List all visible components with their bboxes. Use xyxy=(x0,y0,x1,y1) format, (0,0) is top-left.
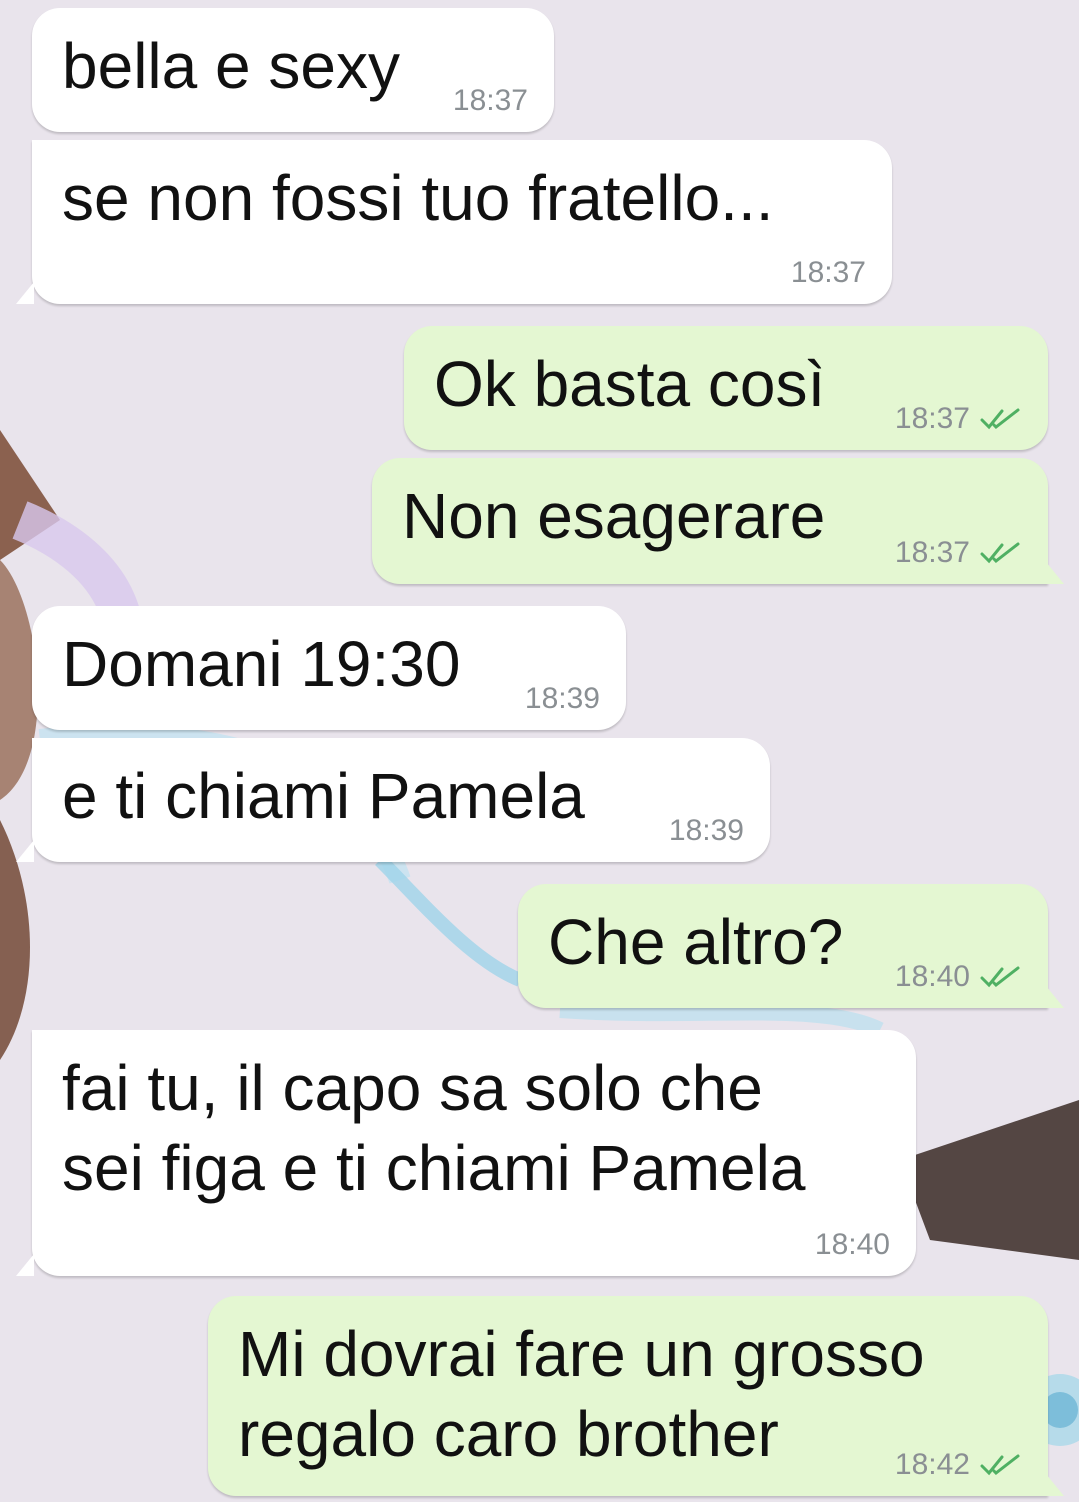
message-time: 18:42 xyxy=(894,1448,970,1481)
message-meta: 18:37 xyxy=(895,536,1022,570)
message-time: 18:40 xyxy=(894,960,970,993)
message-bubble-incoming[interactable]: fai tu, il capo sa solo che sei figa e t… xyxy=(16,1030,916,1276)
message-time: 18:37 xyxy=(452,84,528,117)
message-bubble-incoming[interactable]: e ti chiami Pamela 18:39 xyxy=(16,738,770,862)
message-bubble-outgoing[interactable]: Non esagerare 18:37 xyxy=(372,458,1064,584)
message-time: 18:37 xyxy=(790,256,866,289)
message-time: 18:39 xyxy=(668,814,744,847)
message-meta: 18:37 xyxy=(895,402,1022,436)
message-time: 18:40 xyxy=(814,1228,890,1261)
message-bubble-outgoing[interactable]: Che altro? 18:40 xyxy=(518,884,1064,1008)
conversation: bella e sexy 18:37 se non fossi tuo frat… xyxy=(0,0,1079,1502)
message-time: 18:39 xyxy=(524,682,600,715)
message-text: e ti chiami Pamela xyxy=(62,760,585,832)
message-meta: 18:37 xyxy=(791,256,866,290)
double-check-icon xyxy=(980,408,1020,430)
message-time: 18:37 xyxy=(894,536,970,569)
message-time: 18:37 xyxy=(894,402,970,435)
double-check-icon xyxy=(980,966,1020,988)
message-bubble-incoming[interactable]: bella e sexy 18:37 xyxy=(32,8,554,132)
message-meta: 18:42 xyxy=(895,1448,1022,1482)
message-text: fai tu, il capo sa solo che sei figa e t… xyxy=(62,1052,806,1204)
message-bubble-incoming[interactable]: se non fossi tuo fratello... 18:37 xyxy=(16,140,892,304)
message-text: se non fossi tuo fratello... xyxy=(62,162,774,234)
message-meta: 18:39 xyxy=(669,814,744,848)
message-bubble-incoming[interactable]: Domani 19:30 18:39 xyxy=(32,606,626,730)
message-meta: 18:39 xyxy=(525,682,600,716)
message-bubble-outgoing[interactable]: Ok basta così 18:37 xyxy=(404,326,1048,450)
double-check-icon xyxy=(980,1454,1020,1476)
message-meta: 18:40 xyxy=(895,960,1022,994)
double-check-icon xyxy=(980,542,1020,564)
message-meta: 18:37 xyxy=(453,84,528,118)
message-meta: 18:40 xyxy=(815,1228,890,1262)
message-bubble-outgoing[interactable]: Mi dovrai fare un grosso regalo caro bro… xyxy=(208,1296,1064,1496)
message-text: Domani 19:30 xyxy=(62,628,461,700)
